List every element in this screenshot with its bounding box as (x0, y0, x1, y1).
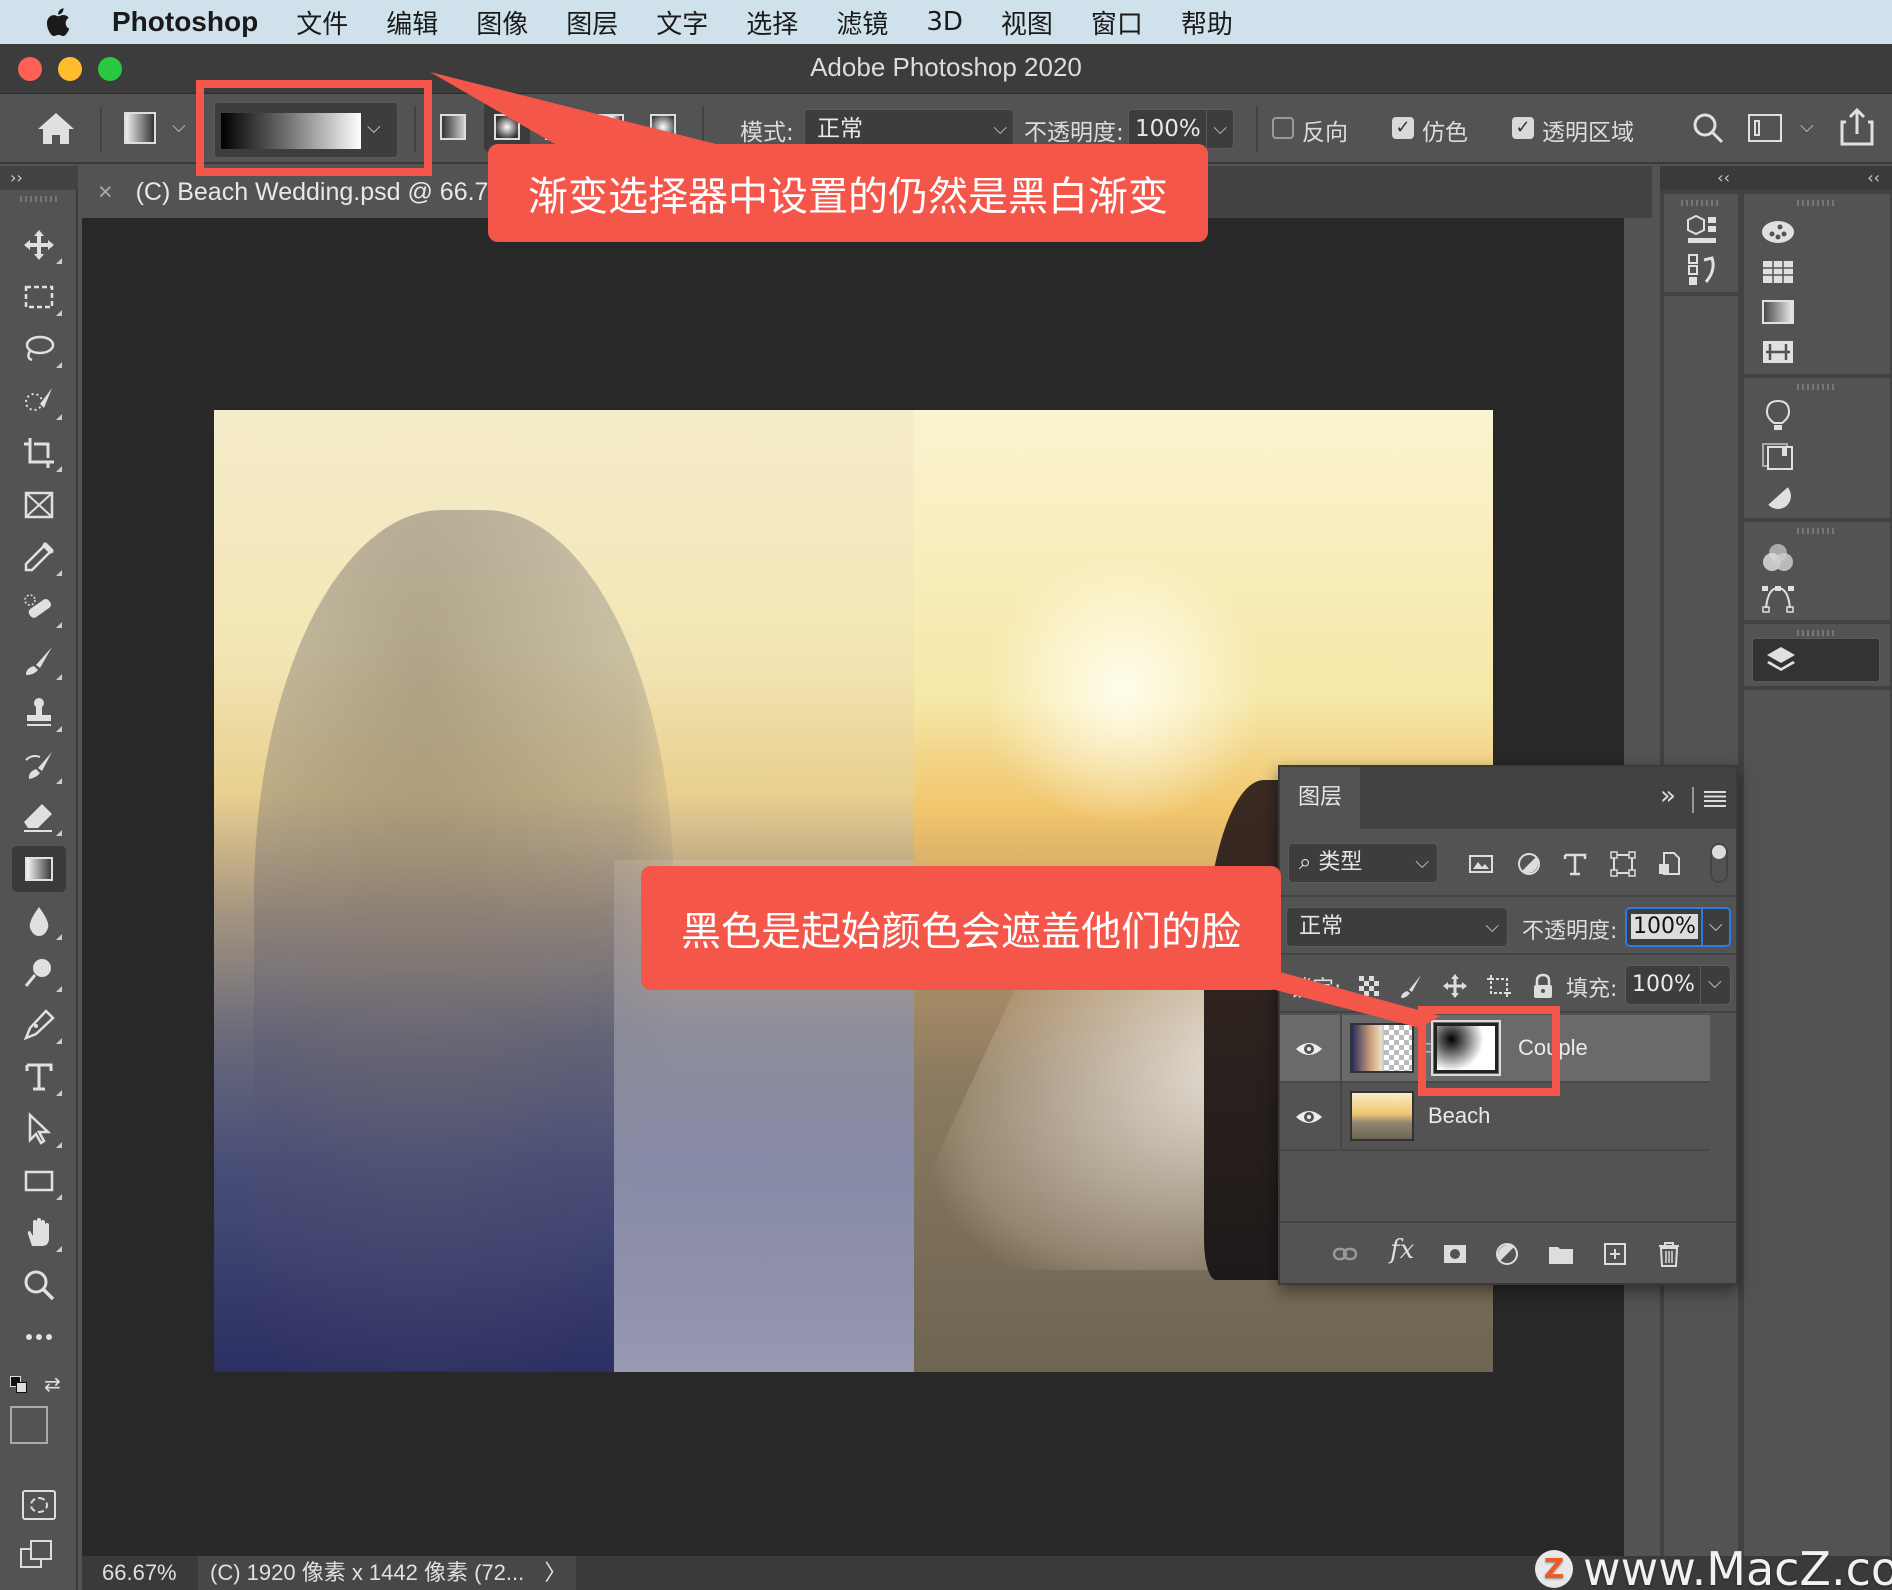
watermark-text: www.MacZ.com (1583, 1542, 1892, 1590)
callout-middle: 黑色是起始颜色会遮盖他们的脸 (641, 866, 1281, 990)
chevron-right-icon[interactable]: 〉 (544, 1560, 566, 1585)
callout-top: 渐变选择器中设置的仍然是黑白渐变 (488, 144, 1208, 242)
watermark: Z www.MacZ.com (1535, 1542, 1892, 1590)
document-info[interactable]: (C) 1920 像素 x 1442 像素 (72... 〉 (198, 1556, 577, 1590)
watermark-logo-icon: Z (1535, 1550, 1573, 1588)
layer-mask-highlight (1418, 1006, 1560, 1096)
document-info-text: (C) 1920 像素 x 1442 像素 (72... (210, 1560, 525, 1585)
zoom-level[interactable]: 66.67% (102, 1560, 177, 1586)
